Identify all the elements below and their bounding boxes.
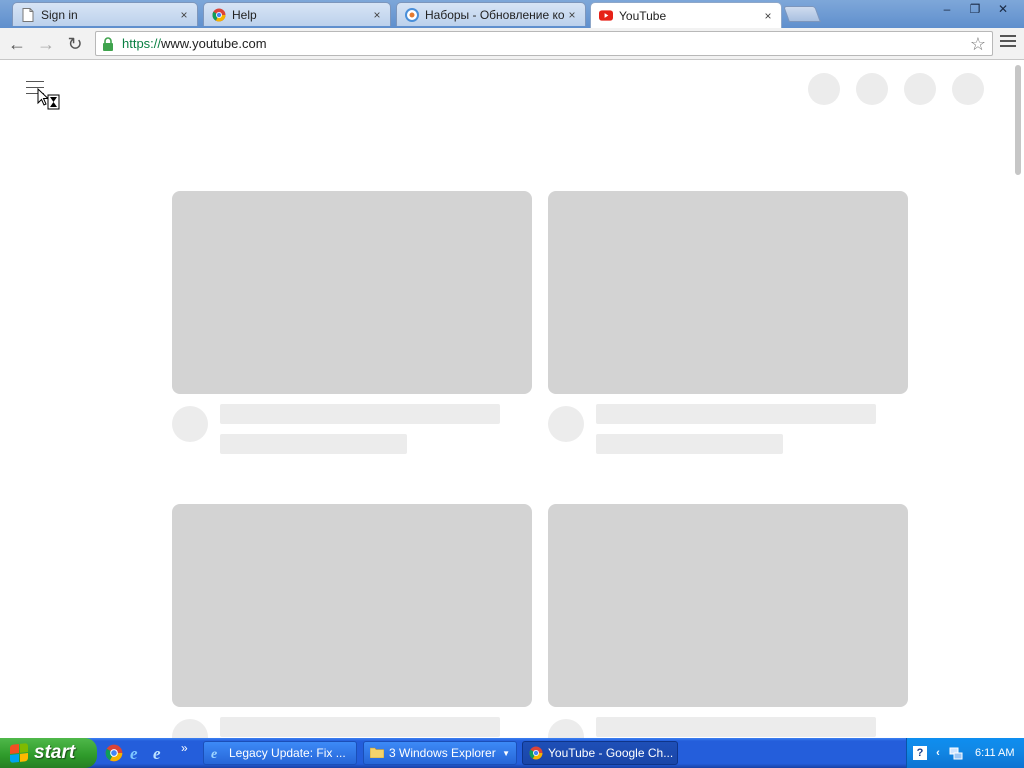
title-line-skeleton <box>596 404 876 424</box>
help-icon[interactable]: ? <box>913 746 927 760</box>
folder-icon <box>369 746 385 760</box>
restore-button[interactable]: ❐ <box>962 0 988 18</box>
thumbnail-skeleton <box>172 504 532 707</box>
tab-close-button[interactable]: × <box>761 9 775 23</box>
video-card-skeleton <box>548 191 908 454</box>
tab-title: Наборы - Обновление корн <box>425 7 565 22</box>
video-card-skeleton <box>548 504 908 738</box>
taskbar-item-youtube-chrome[interactable]: YouTube - Google Ch... <box>522 741 678 765</box>
tab-close-button[interactable]: × <box>565 8 579 22</box>
back-button[interactable]: ← <box>6 33 28 55</box>
chrome-icon <box>212 8 226 22</box>
tab-nabory[interactable]: Наборы - Обновление корн × <box>396 2 586 26</box>
ie-icon[interactable]: e <box>128 744 146 763</box>
chrome-icon <box>529 746 543 760</box>
video-meta-skeleton <box>172 394 532 454</box>
video-meta-skeleton <box>172 707 532 738</box>
ie-icon: e <box>210 746 224 762</box>
chrome-icon[interactable] <box>105 744 123 762</box>
scrollbar-thumb[interactable] <box>1015 65 1021 175</box>
globe-icon <box>405 7 419 22</box>
start-button[interactable]: start <box>0 738 97 768</box>
group-dropdown-icon: ▼ <box>502 748 510 758</box>
tab-title: Help <box>232 7 257 22</box>
windows-taskbar: start e e » e Legacy Update: Fix ... 3 W… <box>0 738 1024 768</box>
taskbar-item-label: 3 Windows Explorer <box>389 746 496 760</box>
tab-sign-in[interactable]: Sign in × <box>12 2 198 26</box>
header-placeholder-circle <box>808 73 840 105</box>
ie-icon[interactable]: e <box>151 744 169 763</box>
subtitle-line-skeleton <box>220 434 407 454</box>
header-action-placeholders <box>792 73 984 105</box>
header-placeholder-circle <box>904 73 936 105</box>
taskbar-item-windows-explorer[interactable]: 3 Windows Explorer ▼ <box>363 741 517 765</box>
channel-avatar-skeleton <box>548 406 584 442</box>
url-scheme: https:// <box>122 36 162 51</box>
clock[interactable]: 6:11 AM <box>975 747 1015 759</box>
quick-launch: e e <box>105 744 174 763</box>
title-line-skeleton <box>596 717 876 737</box>
start-label: start <box>34 742 76 763</box>
close-window-button[interactable]: ✕ <box>990 0 1016 18</box>
thumbnail-skeleton <box>548 191 908 394</box>
quick-launch-more-button[interactable]: » <box>181 741 188 755</box>
browser-titlebar: Sign in × Help × Наборы - Обновление кор… <box>0 0 1024 28</box>
thumbnail-skeleton <box>172 191 532 394</box>
thumbnail-skeleton <box>548 504 908 707</box>
header-placeholder-circle <box>856 73 888 105</box>
tab-youtube[interactable]: YouTube × <box>590 2 782 28</box>
header-placeholder-circle <box>952 73 984 105</box>
taskbar-item-label: Legacy Update: Fix ... <box>229 746 346 760</box>
bookmark-star-icon[interactable]: ☆ <box>970 34 986 55</box>
system-tray: ? ‹ 6:11 AM <box>906 738 1024 768</box>
address-bar[interactable]: https://www.youtube.com ☆ <box>95 31 993 56</box>
reload-button[interactable]: ↻ <box>64 33 86 55</box>
svg-text:e: e <box>153 744 161 762</box>
url-host: www.youtube.com <box>161 36 267 51</box>
youtube-page <box>0 61 1012 738</box>
browser-menu-button[interactable] <box>1000 35 1016 51</box>
video-card-skeleton <box>172 191 532 454</box>
windows-flag-icon <box>10 743 28 763</box>
tray-expand-chevron-icon[interactable]: ‹ <box>931 746 945 760</box>
minimize-button[interactable]: – <box>934 0 960 18</box>
browser-toolbar: ← → ↻ https://www.youtube.com ☆ <box>0 28 1024 60</box>
tab-close-button[interactable]: × <box>177 8 191 22</box>
subtitle-line-skeleton <box>596 434 783 454</box>
taskbar-item-label: YouTube - Google Ch... <box>548 746 674 760</box>
tab-close-button[interactable]: × <box>370 8 384 22</box>
tab-title: Sign in <box>41 7 78 22</box>
title-line-skeleton <box>220 717 500 737</box>
window-controls: – ❐ ✕ <box>932 0 1016 18</box>
page-scrollbar[interactable] <box>1012 61 1024 738</box>
lock-icon <box>102 36 116 51</box>
svg-text:e: e <box>130 744 138 762</box>
busy-cursor-icon <box>36 87 62 111</box>
tab-title: YouTube <box>619 8 667 23</box>
channel-avatar-skeleton <box>548 719 584 738</box>
tab-help[interactable]: Help × <box>203 2 391 26</box>
channel-avatar-skeleton <box>172 406 208 442</box>
video-card-skeleton <box>172 504 532 738</box>
video-meta-skeleton <box>548 707 908 738</box>
video-meta-skeleton <box>548 394 908 454</box>
title-line-skeleton <box>220 404 500 424</box>
channel-avatar-skeleton <box>172 719 208 738</box>
document-icon <box>21 7 35 22</box>
network-icon[interactable] <box>949 746 963 760</box>
svg-text:e: e <box>211 747 217 760</box>
youtube-icon <box>599 9 613 23</box>
taskbar-item-legacy-update[interactable]: e Legacy Update: Fix ... <box>203 741 357 765</box>
new-tab-button[interactable] <box>783 6 821 22</box>
forward-button[interactable]: → <box>35 33 57 55</box>
